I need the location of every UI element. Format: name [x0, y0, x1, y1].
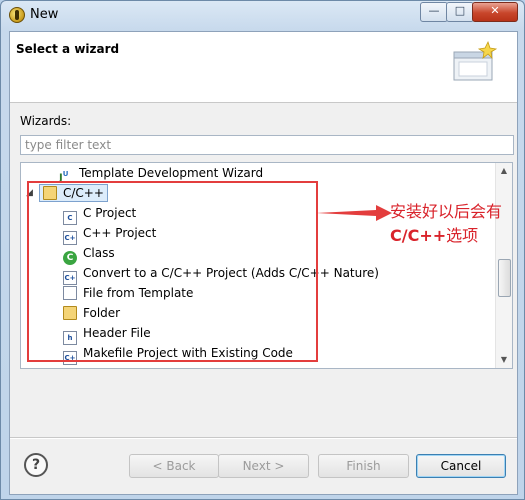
- annotation-cpp-text: C/C++: [390, 226, 447, 245]
- scroll-up-icon[interactable]: ▲: [496, 163, 512, 179]
- tree-item-template-development-wizard[interactable]: JU Template Development Wizard: [59, 163, 263, 183]
- footer-separator: [10, 437, 517, 439]
- annotation-arrow-icon: [316, 205, 392, 221]
- filter-input[interactable]: [20, 135, 514, 155]
- eclipse-app-icon: [9, 7, 25, 23]
- minimize-button[interactable]: —: [420, 2, 448, 22]
- finish-button[interactable]: Finish: [318, 454, 409, 478]
- wizard-banner-icon: [453, 40, 498, 81]
- template-wizard-icon: JU: [59, 169, 69, 183]
- wizard-header: Select a wizard: [10, 32, 517, 103]
- tree-item-label: Template Development Wizard: [79, 166, 264, 180]
- next-button[interactable]: Next >: [218, 454, 309, 478]
- scroll-down-icon[interactable]: ▼: [496, 352, 512, 368]
- highlight-box: [27, 181, 318, 362]
- title-bar[interactable]: New — □ ✕: [1, 1, 524, 29]
- annotation-option-text: 选项: [446, 226, 479, 245]
- back-button[interactable]: < Back: [129, 454, 219, 478]
- wizards-label: Wizards:: [20, 114, 72, 128]
- annotation-line-2: C/C++选项: [390, 224, 502, 248]
- close-button[interactable]: ✕: [472, 2, 518, 22]
- page-title: Select a wizard: [16, 42, 120, 56]
- tree-scrollbar[interactable]: ▲ ▼: [495, 163, 512, 368]
- scroll-thumb[interactable]: [498, 259, 511, 297]
- annotation-line-1: 安装好以后会有: [390, 202, 503, 221]
- help-icon[interactable]: ?: [24, 453, 48, 477]
- maximize-button[interactable]: □: [446, 2, 474, 22]
- cancel-button[interactable]: Cancel: [416, 454, 506, 478]
- window-title: New: [30, 7, 59, 22]
- annotation-text: 安装好以后会有 C/C++选项: [390, 200, 502, 248]
